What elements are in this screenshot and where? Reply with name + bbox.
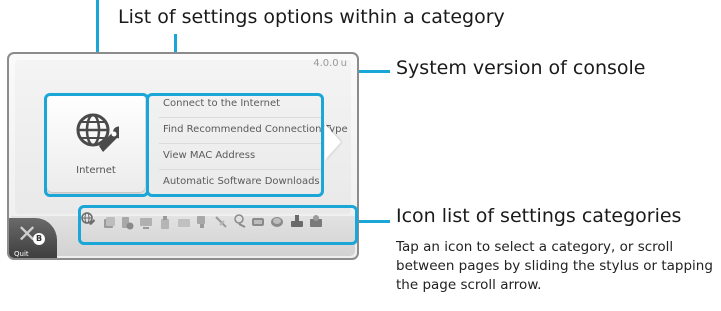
option-connect-internet[interactable]: Connect to the Internet [163,98,280,109]
tv-icon[interactable] [139,216,153,230]
category-label: Internet [76,165,116,176]
user-icon[interactable] [233,214,247,228]
system-version: 4.0.0 u [313,58,347,69]
option-divider [159,169,323,170]
system-update-icon[interactable] [290,214,304,228]
tv-remote-icon[interactable] [195,215,209,229]
option-divider [159,117,323,118]
option-automatic-downloads[interactable]: Automatic Software Downloads [163,176,320,187]
globe-wrench-icon [76,113,119,152]
category-tile-internet[interactable]: Internet [47,94,145,192]
internet-icon[interactable] [81,212,95,226]
quit-label: Quit [14,250,29,258]
quit-button[interactable]: ✕ B Quit [9,218,57,258]
option-find-connection-type[interactable]: Find Recommended Connection Type [163,124,348,135]
themes-icon[interactable] [309,214,323,228]
option-divider [159,143,323,144]
callout-icon-list-description: Tap an icon to select a category, or scr… [396,239,713,293]
storage-icon[interactable] [270,215,284,229]
option-view-mac-address[interactable]: View MAC Address [163,150,255,161]
callout-system-version: System version of console [396,57,646,79]
stylus-icon[interactable] [214,215,228,229]
version-icon: u [340,58,347,69]
version-number: 4.0.0 [313,58,339,69]
callout-options-list: List of settings options within a catego… [118,6,505,28]
power-options-icon[interactable] [158,216,172,230]
leader-line-icons [358,220,390,223]
console-screen: 4.0.0 u Internet Connect to the Internet … [7,52,359,260]
settings-options-list: Connect to the Internet Find Recommended… [155,94,348,192]
screen-icon[interactable] [177,216,191,230]
data-management-icon[interactable] [102,216,116,230]
parental-controls-icon[interactable] [120,216,134,230]
callout-icon-list: Icon list of settings categories [396,205,682,227]
page-scroll-arrow[interactable] [325,124,341,160]
console-icon[interactable] [251,215,265,229]
b-button-icon: B [33,233,45,245]
